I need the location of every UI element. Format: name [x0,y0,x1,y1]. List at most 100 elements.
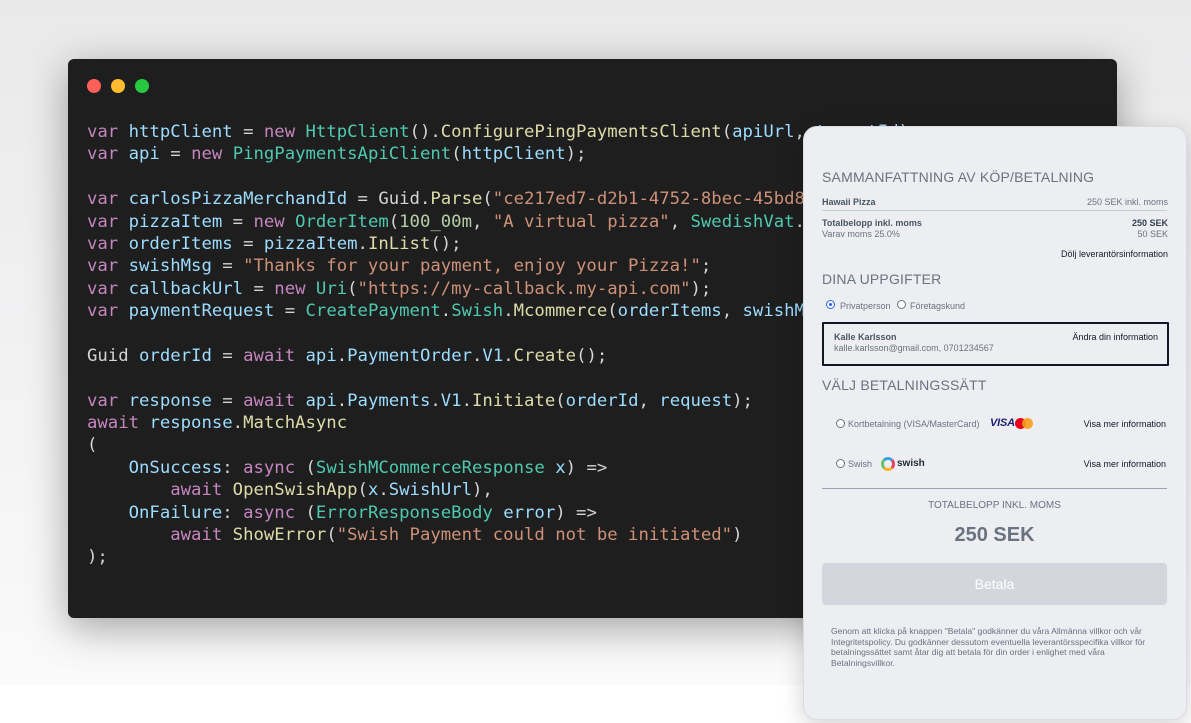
code-token: ( [451,144,462,165]
code-token: . [472,345,483,366]
code-token: pizzaItem [263,233,358,254]
code-token: ( [607,301,618,322]
code-token: ( [87,435,98,456]
hide-supplier-link[interactable]: Dölj leverantörsinformation [1061,249,1168,259]
code-token: Parse [430,189,483,210]
radio-swish[interactable] [836,459,845,468]
code-token: Uri [315,278,348,299]
code-token: orderItems [617,301,722,322]
code-token: orderItems [128,233,233,254]
code-token: var [87,390,119,411]
vat-label: Varav moms 25.0% [822,229,900,239]
code-token: ( [347,278,358,299]
radio-company[interactable] [897,300,906,309]
close-window-dot[interactable] [87,79,101,93]
summary-title: SAMMANFATTNING AV KÖP/BETALNING [822,169,1095,185]
vat-value: 50 SEK [1137,229,1168,239]
card-label: Kortbetalning (VISA/MasterCard) [848,419,980,429]
code-token: var [87,122,119,142]
code-token: . [378,480,389,501]
code-token: ( [295,457,316,478]
code-token: ); [565,144,587,165]
change-info-link[interactable]: Ändra din information [1072,332,1158,342]
code-token: OpenSwishApp [232,480,358,501]
radio-private[interactable] [826,300,835,309]
code-token: ), [471,480,493,501]
minimize-window-dot[interactable] [111,79,125,93]
code-token: orderId [565,390,639,411]
code-token: error [503,502,556,523]
code-token: SwishUrl [388,480,472,501]
code-token: ErrorResponseBody [315,502,493,523]
code-token: ( [555,390,566,411]
code-token: new [263,122,296,142]
grand-total-label: TOTALBELOPP INKL. MOMS [928,500,1061,511]
code-token: apiUrl [732,122,795,142]
code-token: httpClient [461,144,566,165]
checkout-panel: SAMMANFATTNING AV KÖP/BETALNING Hawaii P… [803,126,1187,720]
code-token: x [555,457,566,478]
code-token: PingPaymentsApiClient [232,144,452,165]
code-token: "Swish Payment could not be initiated" [336,525,733,546]
code-token: ConfigurePingPaymentsClient [440,122,722,142]
code-token: (); [430,233,462,254]
total-value: 250 SEK [1131,218,1168,228]
code-token: await [170,525,223,546]
code-token: HttpClient [305,122,410,142]
code-token: api [305,390,337,411]
code-token: ( [357,480,368,501]
code-token: . [503,301,514,322]
code-token: PaymentOrder [347,345,473,366]
radio-private-label: Privatperson [840,301,891,311]
code-token: SwishMCommerceResponse [315,457,545,478]
code-token: request [659,390,733,411]
code-token: . [430,390,441,411]
maximize-window-dot[interactable] [135,79,149,93]
code-token: , [638,390,660,411]
grand-total-value: 250 SEK [954,524,1035,546]
code-token: , [472,211,493,232]
code-token: OrderItem [295,211,389,232]
swish-label: Swish [848,459,873,469]
code-token: ( [326,525,337,546]
code-token: var [87,211,119,232]
code-token: orderId [139,345,212,366]
code-token: swishMsg [128,256,212,277]
code-token: ( [295,502,316,523]
code-token: httpClient [128,122,233,142]
code-token: "https://my-callback.my-api.com" [357,278,691,299]
item-price: 250 SEK inkl. moms [1086,197,1168,207]
more-info-swish-link[interactable]: Visa mer information [1084,459,1166,469]
more-info-card-link[interactable]: Visa mer information [1084,419,1166,429]
pay-button[interactable]: Betala [822,563,1167,605]
code-token: ); [87,547,108,568]
code-token: new [191,144,223,165]
code-token: CreatePayment [305,301,441,322]
code-token: = [211,345,244,366]
customer-name: Kalle Karlsson [834,332,897,342]
radio-card[interactable] [836,419,845,428]
code-token: response [149,413,233,434]
code-token: InList [367,233,431,254]
code-token: ) => [555,502,597,523]
code-token: var [87,278,119,299]
code-token: Mcommerce [513,301,608,322]
code-token: . [232,413,244,434]
code-token: await [243,345,296,366]
code-token: : [222,457,244,478]
code-token: ) => [565,457,608,478]
